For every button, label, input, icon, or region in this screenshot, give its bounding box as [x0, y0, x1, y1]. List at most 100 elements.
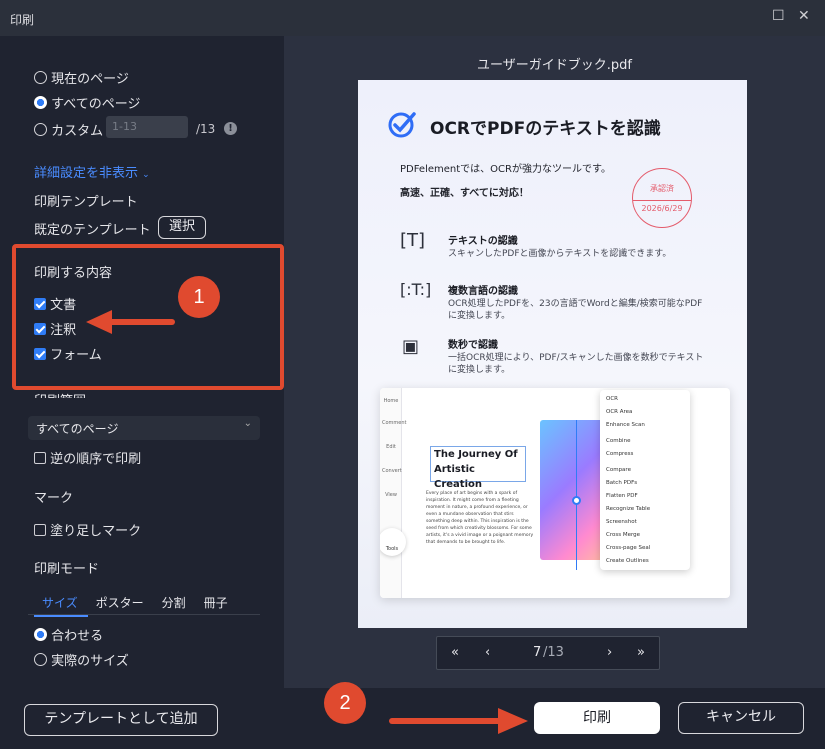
compare-divider: [576, 420, 577, 570]
feature-desc: スキャンしたPDFと画像からテキストを認識できます。: [448, 249, 672, 259]
step-badge-2: 2: [324, 682, 366, 724]
radio-current-page[interactable]: 現在のページ: [34, 68, 129, 87]
tab-split[interactable]: 分割: [162, 594, 186, 611]
radio-custom[interactable]: カスタム: [34, 120, 103, 139]
dialog-footer: 2 印刷 キャンセル: [284, 682, 825, 749]
checkbox-reverse-order[interactable]: 逆の順序で印刷: [34, 448, 141, 467]
tab-size[interactable]: サイズ: [42, 594, 78, 611]
radio-label: 実際のサイズ: [51, 654, 129, 669]
radio-icon[interactable]: [34, 653, 47, 666]
journey-body: Every place of art begins with a spark o…: [426, 491, 534, 545]
add-template-button[interactable]: テンプレートとして追加: [24, 704, 218, 736]
mode-heading: 印刷モード: [34, 562, 100, 577]
checkbox-form[interactable]: フォーム: [34, 344, 102, 363]
custom-range-input[interactable]: 1-13: [106, 116, 188, 138]
checkbox-icon[interactable]: [34, 523, 46, 536]
window-title: 印刷: [10, 13, 35, 27]
compare-handle: [572, 496, 581, 505]
rail-view: View: [385, 492, 397, 498]
preview-filename: ユーザーガイドブック.pdf: [477, 58, 632, 73]
journey-heading-line2: Artistic Creation: [434, 464, 482, 490]
menu-item: Recognize Table: [606, 506, 651, 512]
menu-item: Compress: [606, 451, 634, 457]
stamp-date: 2026/6/29: [633, 200, 691, 213]
checkbox-icon[interactable]: [34, 322, 46, 335]
feature-title: 複数言語の認識: [448, 286, 518, 297]
radio-icon[interactable]: [34, 96, 47, 109]
menu-item: OCR: [606, 396, 618, 402]
rail-convert: Convert: [382, 468, 402, 474]
select-template-button[interactable]: 選択: [158, 216, 206, 239]
doc-intro-1: PDFelementでは、OCRが強力なツールです。: [400, 164, 611, 175]
menu-item: Screenshot: [606, 519, 637, 525]
checkbox-document[interactable]: 文書: [34, 294, 76, 313]
radio-icon[interactable]: [34, 628, 47, 641]
current-page[interactable]: 7: [533, 645, 541, 660]
stamp-label: 承認済: [650, 184, 674, 193]
cancel-button[interactable]: キャンセル: [678, 702, 804, 734]
radio-label: カスタム: [51, 124, 104, 139]
multi-language-icon: [:T:]: [400, 280, 432, 299]
checkbox-icon[interactable]: [34, 451, 46, 464]
radio-fit[interactable]: 合わせる: [34, 625, 103, 644]
app-screenshot: Home Comment Edit Convert View Tools The…: [380, 388, 730, 598]
doc-title: OCRでPDFのテキストを認識: [430, 119, 661, 139]
journey-heading: The Journey Of Artistic Creation: [430, 446, 526, 490]
next-page-button[interactable]: ›: [607, 645, 612, 660]
checkbox-icon[interactable]: [34, 347, 46, 360]
first-page-button[interactable]: «: [451, 645, 459, 660]
print-preview: ユーザーガイドブック.pdf OCRでPDFのテキストを認識 PDFelemen…: [284, 36, 825, 688]
page-range-select[interactable]: すべてのページ ⌄: [28, 416, 260, 440]
menu-item: Batch PDFs: [606, 480, 638, 486]
marks-heading: マーク: [34, 491, 74, 506]
radio-all-pages[interactable]: すべてのページ: [34, 93, 140, 112]
checkbox-icon[interactable]: [34, 297, 46, 310]
checkbox-label: 注釈: [50, 323, 77, 338]
checkbox-label: 逆の順序で印刷: [50, 452, 142, 467]
checkbox-annotation[interactable]: 注釈: [34, 319, 76, 338]
chevron-down-icon: ⌄: [142, 170, 150, 180]
rail-edit: Edit: [386, 444, 396, 450]
menu-item: Combine: [606, 438, 631, 444]
radio-actual-size[interactable]: 実際のサイズ: [34, 650, 129, 669]
radio-label: すべてのページ: [51, 97, 141, 112]
quick-scan-icon: ▣: [402, 336, 420, 357]
checkbox-label: 文書: [50, 298, 77, 313]
prev-page-button[interactable]: ‹: [485, 645, 490, 660]
preview-page: OCRでPDFのテキストを認識 PDFelementでは、OCRが強力なツールで…: [358, 80, 747, 628]
template-heading: 印刷テンプレート: [34, 195, 138, 210]
details-toggle[interactable]: 詳細設定を非表示 ⌄: [34, 162, 150, 181]
menu-item: Compare: [606, 467, 631, 473]
close-icon[interactable]: ✕: [798, 8, 810, 24]
checkbox-label: フォーム: [50, 348, 102, 363]
radio-icon[interactable]: [34, 71, 47, 84]
menu-item: Enhance Scan: [606, 422, 645, 428]
tab-poster[interactable]: ポスター: [96, 594, 144, 611]
content-heading: 印刷する内容: [34, 266, 113, 281]
radio-icon[interactable]: [34, 123, 47, 136]
print-button[interactable]: 印刷: [534, 702, 660, 734]
step-badge-1: 1: [178, 276, 220, 318]
maximize-icon[interactable]: ☐: [772, 8, 785, 24]
chevron-down-icon: ⌄: [243, 418, 252, 429]
menu-item: OCR Area: [606, 409, 633, 415]
last-page-button[interactable]: »: [637, 645, 645, 660]
menu-item: Create Outlines: [606, 558, 649, 564]
feature-desc: 一括OCR処理により、PDF/スキャンした画像を数秒でテキストに変換します。: [448, 353, 704, 375]
checkbox-bleed-marks[interactable]: 塗り足しマーク: [34, 520, 141, 539]
tools-button: Tools: [380, 528, 406, 556]
tab-booklet[interactable]: 冊子: [204, 594, 228, 611]
mode-tabs: サイズ ポスター 分割 冊子: [42, 594, 246, 611]
total-pages: /13: [196, 122, 216, 136]
info-icon[interactable]: !: [224, 122, 237, 135]
radio-label: 合わせる: [51, 629, 104, 644]
journey-heading-line1: The Journey Of: [434, 449, 518, 460]
menu-item: Cross Merge: [606, 532, 640, 538]
checkbox-label: 塗り足しマーク: [50, 524, 142, 539]
feature-desc: OCR処理したPDFを、23の言語でWordと編集/検索可能なPDFに変換します…: [448, 299, 703, 321]
select-value: すべてのページ: [36, 422, 119, 436]
radio-label: 現在のページ: [51, 72, 129, 87]
print-range-heading: 印刷範囲: [34, 390, 86, 398]
rail-comment: Comment: [382, 420, 407, 426]
doc-intro-2: 高速、正確、すべてに対応！: [400, 188, 529, 199]
